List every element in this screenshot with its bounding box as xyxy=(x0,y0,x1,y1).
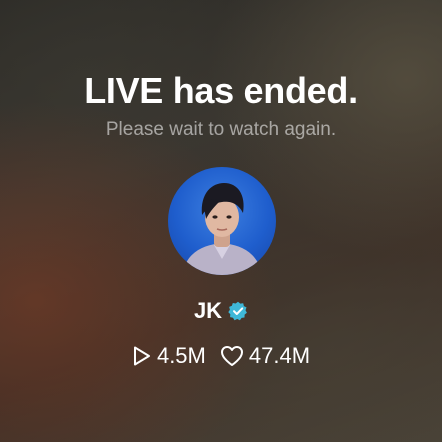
live-ended-title: LIVE has ended. xyxy=(84,70,358,111)
likes-count: 47.4M xyxy=(248,343,311,368)
artist-name-row: JK xyxy=(0,298,442,324)
live-ended-subtitle: Please wait to watch again. xyxy=(105,119,337,140)
live-stats: 4.5M 47.4M xyxy=(0,343,442,369)
heart-icon xyxy=(220,346,243,366)
artist-name[interactable]: JK xyxy=(194,298,222,324)
play-icon xyxy=(133,346,150,366)
live-ended-overlay: LIVE has ended. Please wait to watch aga… xyxy=(0,0,442,442)
plays-stat: 4.5M xyxy=(132,343,206,369)
artist-avatar[interactable] xyxy=(168,167,276,275)
verified-badge-icon xyxy=(228,301,248,321)
likes-stat: 47.4M xyxy=(220,343,310,369)
avatar-portrait-image xyxy=(182,183,262,275)
plays-count: 4.5M xyxy=(156,343,206,368)
